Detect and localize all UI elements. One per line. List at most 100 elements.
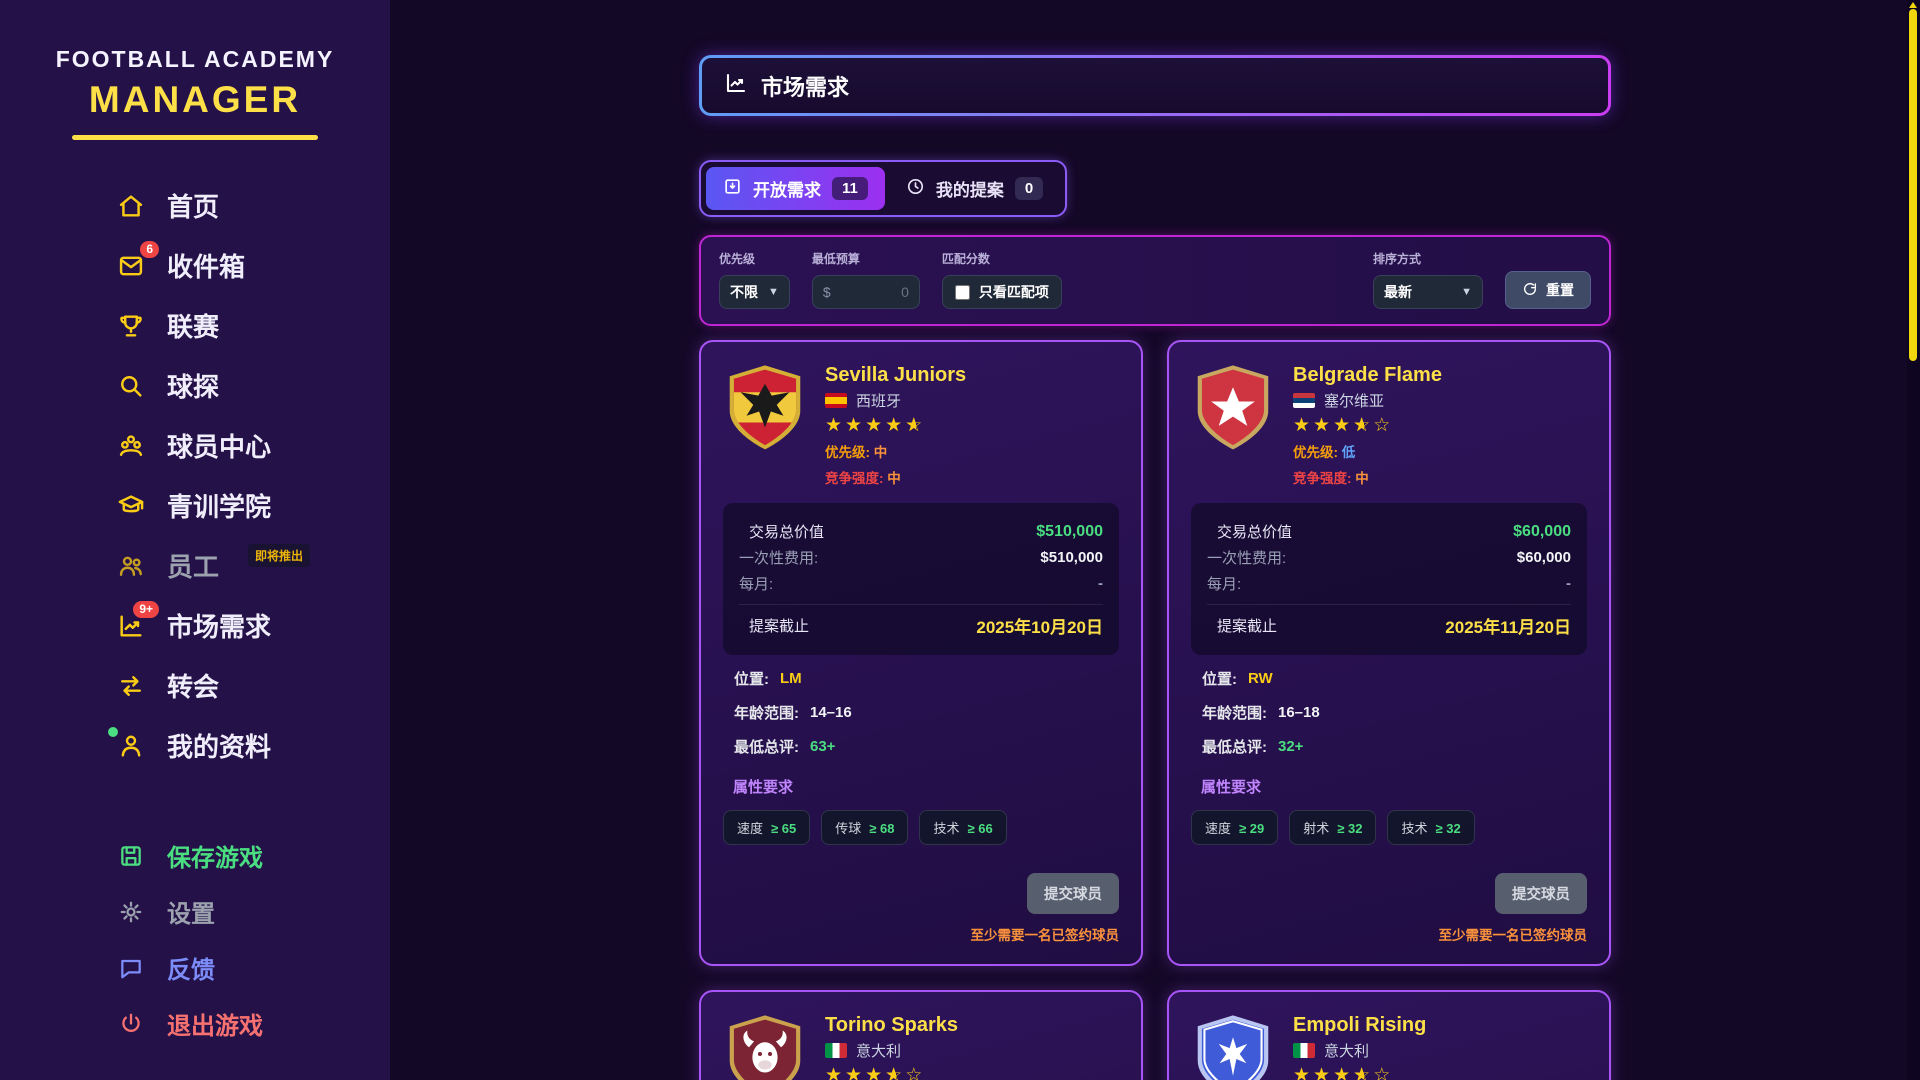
sidebar-item-联赛[interactable]: 联赛 — [0, 298, 390, 353]
card-header: Belgrade Flame 塞尔维亚 ★★★☆★☆ 优先级: 低 竞争强度: … — [1191, 362, 1587, 487]
sidebar-item-label: 设置 — [167, 894, 215, 929]
sidebar-item-首页[interactable]: 首页 — [0, 178, 390, 233]
card-footer: 提交球员 至少需要一名已签约球员 — [723, 873, 1119, 944]
refresh-icon — [1522, 281, 1538, 300]
deadline-label: 提案截止 — [1217, 615, 1277, 636]
club-country: 西班牙 — [825, 390, 966, 411]
sidebar-item-我的资料[interactable]: 我的资料 — [0, 718, 390, 773]
gear-icon — [116, 897, 146, 927]
demand-card: Torino Sparks 意大利 ★★★☆★☆ 优先级: 低 竞争强度: 低 … — [699, 990, 1143, 1080]
sidebar-item-青训学院[interactable]: 青训学院 — [0, 478, 390, 533]
competition-label: 竞争强度: — [825, 471, 887, 486]
total-value-label: 交易总价值 — [749, 521, 824, 542]
sidebar-item-收件箱[interactable]: 6收件箱 — [0, 238, 390, 293]
priority-filter-label: 优先级 — [719, 250, 790, 267]
reset-button[interactable]: 重置 — [1505, 271, 1591, 309]
club-star-rating: ★★★★☆★ — [825, 416, 966, 435]
scrollbar-up-arrow — [1909, 2, 1917, 8]
sidebar-item-label: 员工 — [167, 547, 219, 584]
attribute-chip: 速度≥ 65 — [723, 810, 810, 845]
budget-filter-label: 最低预算 — [812, 250, 920, 267]
sidebar-footer-item-反馈[interactable]: 反馈 — [0, 941, 390, 994]
currency-prefix: $ — [823, 284, 831, 300]
sidebar-item-转会[interactable]: 转会 — [0, 658, 390, 713]
one-time-fee-label: 一次性费用: — [739, 547, 818, 568]
deadline-label: 提案截止 — [749, 615, 809, 636]
notification-badge: 6 — [140, 241, 159, 258]
sidebar-item-label: 我的资料 — [167, 727, 271, 764]
sidebar-item-label: 球员中心 — [167, 427, 271, 464]
sidebar-item-label: 退出游戏 — [167, 1006, 263, 1041]
tab-my-proposals[interactable]: 我的提案 0 — [889, 167, 1060, 210]
age-range-row: 年龄范围: 16–18 — [1191, 702, 1587, 723]
coming-soon-badge: 即将推出 — [248, 544, 310, 567]
sidebar-footer-item-退出游戏[interactable]: 退出游戏 — [0, 997, 390, 1050]
sidebar-nav: 首页6收件箱联赛球探球员中心青训学院员工 即将推出 9+市场需求转会我的资料 — [0, 178, 390, 773]
match-only-checkbox[interactable] — [955, 285, 970, 300]
competition-label: 竞争强度: — [1293, 471, 1355, 486]
attribute-requirements-label: 属性要求 — [1201, 776, 1261, 797]
submit-player-button[interactable]: 提交球员 — [1495, 873, 1587, 914]
sort-label: 排序方式 — [1373, 250, 1483, 267]
priority-label: 优先级: — [825, 445, 874, 460]
app-logo: FOOTBALL ACADEMY MANAGER — [0, 46, 390, 140]
country-flag-icon — [825, 393, 847, 408]
sidebar-footer: 保存游戏设置反馈退出游戏 — [0, 829, 390, 1050]
tab-count-badge: 0 — [1015, 177, 1043, 200]
tab-label: 我的提案 — [936, 176, 1004, 201]
total-value: $60,000 — [1513, 523, 1571, 541]
demand-card: Belgrade Flame 塞尔维亚 ★★★☆★☆ 优先级: 低 竞争强度: … — [1167, 340, 1611, 966]
club-country: 塞尔维亚 — [1293, 390, 1442, 411]
total-value: $510,000 — [1036, 523, 1103, 541]
sidebar-item-球员中心[interactable]: 球员中心 — [0, 418, 390, 473]
sort-select[interactable]: 最新 ▼ — [1373, 275, 1483, 309]
tab-count-badge: 11 — [832, 177, 868, 200]
sidebar-footer-item-设置[interactable]: 设置 — [0, 885, 390, 938]
country-flag-icon — [1293, 393, 1315, 408]
players-icon — [116, 431, 146, 461]
priority-value: 低 — [1342, 445, 1356, 460]
club-country: 意大利 — [1293, 1040, 1426, 1061]
financial-panel: 交易总价值 $60,000 一次性费用: $60,000 每月: - 提案截止 … — [1191, 503, 1587, 655]
sidebar-footer-item-保存游戏[interactable]: 保存游戏 — [0, 829, 390, 882]
profile-icon — [116, 731, 146, 761]
sidebar: FOOTBALL ACADEMY MANAGER 首页6收件箱联赛球探球员中心青… — [0, 0, 390, 1080]
budget-input[interactable] — [837, 284, 909, 300]
match-filter-group: 匹配分数 只看匹配项 — [942, 250, 1062, 309]
card-header: Torino Sparks 意大利 ★★★☆★☆ 优先级: 低 竞争强度: 低 — [723, 1012, 1119, 1080]
sidebar-item-球探[interactable]: 球探 — [0, 358, 390, 413]
country-name: 意大利 — [856, 1040, 901, 1061]
sidebar-item-市场需求[interactable]: 9+市场需求 — [0, 598, 390, 653]
club-crest — [1191, 362, 1275, 456]
scrollbar-thumb[interactable] — [1909, 9, 1917, 361]
submit-player-button[interactable]: 提交球员 — [1027, 873, 1119, 914]
position-value: LM — [780, 670, 802, 687]
club-star-rating: ★★★☆★☆ — [1293, 416, 1442, 435]
priority-select[interactable]: 不限 ▼ — [719, 275, 790, 309]
min-rating-label: 最低总评: — [734, 736, 799, 757]
sidebar-item-员工[interactable]: 员工 即将推出 — [0, 538, 390, 593]
attribute-chip: 传球≥ 68 — [821, 810, 908, 845]
match-only-checkbox-wrap[interactable]: 只看匹配项 — [942, 275, 1062, 309]
priority-line: 优先级: 中 — [825, 441, 966, 461]
club-star-rating: ★★★☆★☆ — [1293, 1066, 1426, 1080]
graduation-icon — [116, 491, 146, 521]
monthly-fee-value: - — [1566, 575, 1571, 592]
logo-underline — [72, 135, 318, 140]
notification-badge: 9+ — [133, 601, 159, 618]
attribute-chips: 速度≥ 29射术≥ 32技术≥ 32 — [1191, 810, 1587, 845]
age-range-row: 年龄范围: 14–16 — [723, 702, 1119, 723]
sort-group: 排序方式 最新 ▼ — [1373, 250, 1483, 309]
card-header: Sevilla Juniors 西班牙 ★★★★☆★ 优先级: 中 竞争强度: … — [723, 362, 1119, 487]
attribute-chip: 技术≥ 66 — [919, 810, 1006, 845]
attribute-requirements-header: 属性要求 — [1191, 776, 1587, 797]
tab-open-demands[interactable]: 开放需求 11 — [706, 167, 885, 210]
home-icon — [116, 191, 146, 221]
position-row: 位置: LM — [723, 668, 1119, 689]
signed-player-note: 至少需要一名已签约球员 — [971, 924, 1120, 944]
club-name: Sevilla Juniors — [825, 364, 966, 387]
attribute-chip: 射术≥ 32 — [1289, 810, 1376, 845]
deadline-value: 2025年11月20日 — [1445, 613, 1571, 638]
match-filter-label: 匹配分数 — [942, 250, 1062, 267]
budget-input-wrap: $ — [812, 275, 920, 309]
